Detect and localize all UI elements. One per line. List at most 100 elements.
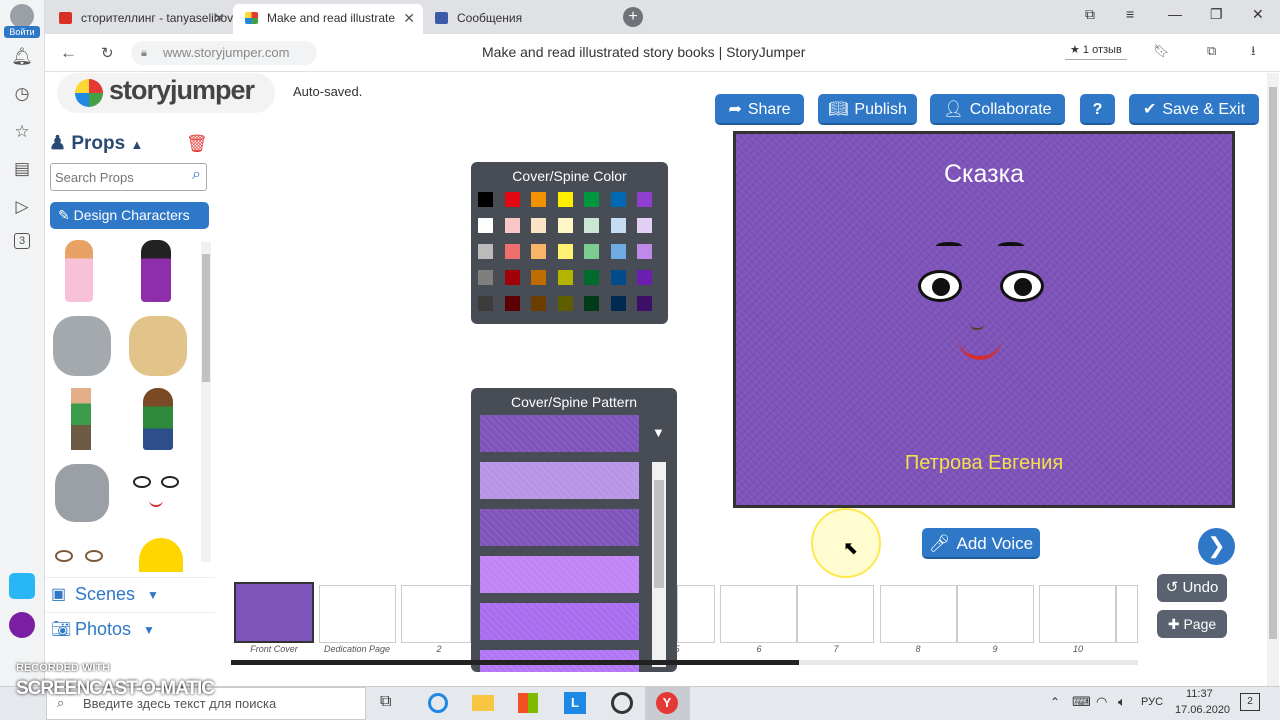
share-button[interactable]: ➦ Share [715, 94, 804, 125]
trash-icon[interactable]: 🗑︎ [186, 134, 208, 154]
thumbnail-page-5[interactable] [677, 585, 715, 643]
counter-icon[interactable]: 3 [14, 233, 30, 249]
close-window-icon[interactable]: ✕ [1252, 6, 1264, 23]
play-icon[interactable]: ▷ [11, 196, 33, 218]
color-swatch[interactable] [557, 218, 573, 233]
color-swatch[interactable] [531, 296, 546, 311]
color-swatch[interactable] [478, 296, 493, 311]
sun-prop[interactable] [139, 538, 183, 572]
waving-boy-prop[interactable] [143, 388, 173, 450]
save-exit-button[interactable]: ✔ Save & Exit [1129, 94, 1259, 125]
history-icon[interactable]: ◷ [11, 83, 33, 105]
search-icon[interactable]: ⌕ [192, 166, 201, 184]
clock-time[interactable]: 11:37 [1186, 688, 1213, 700]
bell-icon[interactable]: 🔔︎ [11, 46, 33, 68]
tray-chevron-icon[interactable]: ⌃ [1050, 695, 1060, 709]
page-scrollbar[interactable] [1267, 73, 1279, 686]
close-icon[interactable]: ✕ [403, 4, 415, 32]
pattern-option[interactable] [480, 603, 639, 640]
reload-icon[interactable]: ↻ [101, 44, 114, 62]
color-swatch[interactable] [610, 218, 626, 233]
share-page-icon[interactable]: ⧉ [1207, 43, 1216, 59]
publish-button[interactable]: 📖︎ Publish [818, 94, 917, 125]
thumbnail-scrollbar[interactable] [231, 660, 1138, 665]
color-swatch[interactable] [637, 218, 652, 233]
color-swatch[interactable] [557, 270, 573, 285]
thumbnail-page-2[interactable] [401, 585, 471, 643]
color-swatch[interactable] [478, 192, 493, 207]
pattern-scrollbar[interactable] [652, 462, 666, 667]
color-swatch[interactable] [637, 270, 652, 285]
add-voice-button[interactable]: 🎤︎ Add Voice [922, 528, 1040, 559]
color-swatch[interactable] [557, 244, 573, 259]
color-swatch[interactable] [504, 244, 520, 259]
husky-prop[interactable] [53, 316, 111, 376]
collaborate-button[interactable]: 👤︎ Collaborate [930, 94, 1065, 125]
color-swatch[interactable] [504, 270, 520, 285]
color-swatch[interactable] [531, 218, 546, 233]
color-swatch[interactable] [504, 218, 520, 233]
collections-icon[interactable]: ⧉ [1085, 6, 1095, 23]
minimize-icon[interactable]: — [1168, 6, 1182, 22]
network-icon[interactable]: ⌨ [1072, 694, 1091, 710]
file-explorer-icon[interactable] [472, 695, 494, 711]
bookmark-icon[interactable]: 🔖︎ [1153, 43, 1170, 59]
color-swatch[interactable] [531, 244, 546, 259]
new-tab-button[interactable]: + [623, 7, 643, 27]
clock-date[interactable]: 17.06.2020 [1175, 704, 1230, 716]
thumbnail-page-10[interactable] [1039, 585, 1116, 643]
color-swatch[interactable] [584, 192, 599, 207]
tab-storyjumper[interactable]: Make and read illustrate ✕ [233, 4, 423, 34]
photos-header[interactable]: 📷︎ Photos ▼ [45, 612, 215, 646]
pattern-option[interactable] [480, 509, 639, 546]
color-swatch[interactable] [584, 270, 599, 285]
alice-icon[interactable] [9, 612, 35, 638]
thumbnail-page-7[interactable] [797, 585, 874, 643]
scenes-header[interactable]: ▣ Scenes ▼ [45, 577, 215, 611]
color-swatch[interactable] [478, 218, 493, 233]
kitten-prop[interactable] [55, 464, 109, 522]
book-cover[interactable]: Сказка Петрова Евгения [733, 131, 1235, 508]
color-swatch[interactable] [637, 296, 652, 311]
yandex-browser-taskbar-button[interactable]: Y [645, 687, 690, 720]
pattern-option[interactable] [480, 415, 639, 452]
back-arrow-icon[interactable]: ← [60, 43, 77, 63]
color-swatch[interactable] [478, 270, 493, 285]
wifi-icon[interactable]: ◠ [1096, 694, 1107, 710]
color-swatch[interactable] [531, 192, 546, 207]
color-swatch[interactable] [478, 244, 493, 259]
help-button[interactable]: ? [1080, 94, 1115, 125]
task-view-icon[interactable]: ⧉ [380, 693, 391, 711]
color-swatch[interactable] [584, 244, 599, 259]
color-swatch[interactable] [504, 296, 520, 311]
undo-button[interactable]: ↺ Undo [1157, 574, 1227, 602]
design-characters-button[interactable]: ✎ Design Characters [50, 202, 209, 229]
color-swatch[interactable] [531, 270, 546, 285]
color-swatch[interactable] [504, 192, 520, 207]
thumbnail-page-9[interactable] [957, 585, 1034, 643]
star-icon[interactable]: ☆ [11, 121, 33, 143]
thumbnail-page-8[interactable] [880, 585, 957, 643]
labrador-prop[interactable] [129, 316, 187, 376]
store-icon[interactable] [518, 693, 538, 713]
download-icon[interactable]: ⭳ [1251, 42, 1256, 64]
avatar[interactable] [10, 4, 34, 28]
menu-icon[interactable]: ≡ [1126, 6, 1134, 22]
notifications-icon[interactable]: 2 [1240, 693, 1260, 711]
app-shortcut-icon[interactable] [9, 573, 35, 599]
tab-messages[interactable]: Сообщения [423, 4, 613, 34]
restore-icon[interactable]: ❐ [1210, 6, 1223, 23]
tab-gmail[interactable]: сторителлинг - tanyaselihov ✕ [47, 4, 233, 34]
eyes-prop[interactable] [55, 546, 111, 564]
add-page-button[interactable]: ✚ Page [1157, 610, 1227, 638]
downloads-icon[interactable]: ▤ [11, 158, 33, 180]
volume-icon[interactable]: 🔈︎ [1118, 694, 1126, 710]
pattern-option[interactable] [480, 556, 639, 593]
search-input[interactable] [55, 168, 180, 186]
recorder-icon[interactable] [611, 692, 633, 714]
color-swatch[interactable] [584, 218, 599, 233]
login-button[interactable]: Войти [4, 26, 40, 38]
next-page-button[interactable]: ❯ [1198, 528, 1235, 565]
color-swatch[interactable] [610, 296, 626, 311]
color-swatch[interactable] [584, 296, 599, 311]
